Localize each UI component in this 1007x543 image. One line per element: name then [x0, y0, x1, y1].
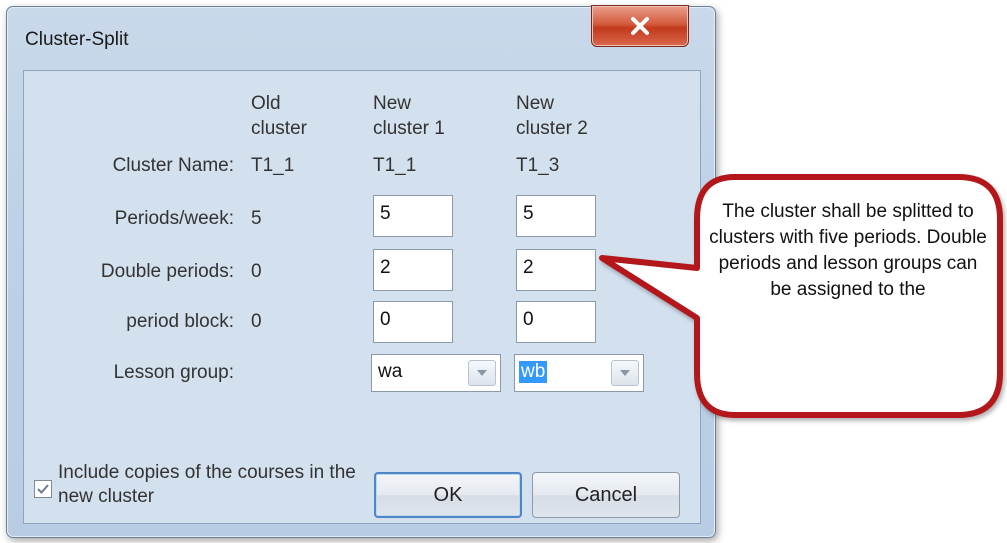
- dialog-body: Old cluster New cluster 1 New cluster 2 …: [23, 70, 701, 524]
- label-lesson-group: Lesson group:: [113, 362, 234, 383]
- new1-lesson-group-value: wa: [378, 361, 403, 382]
- new2-period-block-input[interactable]: 0: [516, 301, 596, 343]
- label-period-block: period block:: [126, 311, 234, 332]
- new1-double-periods-input[interactable]: 2: [373, 249, 453, 291]
- label-periods-week: Periods/week:: [114, 208, 234, 229]
- chevron-down-icon: [477, 370, 487, 376]
- checkmark-icon: [37, 484, 49, 494]
- label-cluster-name: Cluster Name:: [112, 155, 234, 176]
- new1-lesson-group-dropdown-button[interactable]: [468, 360, 496, 386]
- old-period-block: 0: [251, 311, 262, 332]
- header-new-cluster-1: New cluster 1: [373, 93, 445, 139]
- new2-lesson-group-dropdown-button[interactable]: [611, 360, 639, 386]
- old-cluster-name: T1_1: [251, 155, 295, 176]
- old-periods-week: 5: [251, 208, 262, 229]
- include-copies-checkbox[interactable]: [34, 480, 52, 498]
- title-bar[interactable]: Cluster-Split: [7, 5, 715, 69]
- new1-cluster-name: T1_1: [373, 155, 417, 176]
- label-double-periods: Double periods:: [100, 261, 234, 282]
- chevron-down-icon: [620, 370, 630, 376]
- header-new-cluster-2: New cluster 2: [516, 93, 588, 139]
- new2-double-periods-input[interactable]: 2: [516, 249, 596, 291]
- close-icon: [631, 17, 649, 35]
- new2-lesson-group-value: wb: [519, 361, 548, 383]
- include-copies-label[interactable]: Include copies of the courses in the new…: [58, 461, 368, 509]
- old-double-periods: 0: [251, 261, 262, 282]
- ok-button[interactable]: OK: [374, 472, 522, 518]
- new1-periods-week-input[interactable]: 5: [373, 195, 453, 237]
- header-old-cluster: Old cluster: [251, 93, 307, 139]
- new2-cluster-name: T1_3: [516, 155, 560, 176]
- close-button[interactable]: [591, 5, 689, 47]
- cluster-split-dialog: Cluster-Split Old cluster New cluster 1 …: [6, 5, 716, 538]
- new2-periods-week-input[interactable]: 5: [516, 195, 596, 237]
- dialog-title: Cluster-Split: [25, 29, 129, 50]
- cancel-button[interactable]: Cancel: [532, 472, 680, 518]
- new2-lesson-group-select[interactable]: wb: [514, 354, 644, 392]
- callout-text: The cluster shall be splitted to cluster…: [709, 201, 987, 300]
- new1-period-block-input[interactable]: 0: [373, 301, 453, 343]
- new1-lesson-group-select[interactable]: wa: [371, 354, 501, 392]
